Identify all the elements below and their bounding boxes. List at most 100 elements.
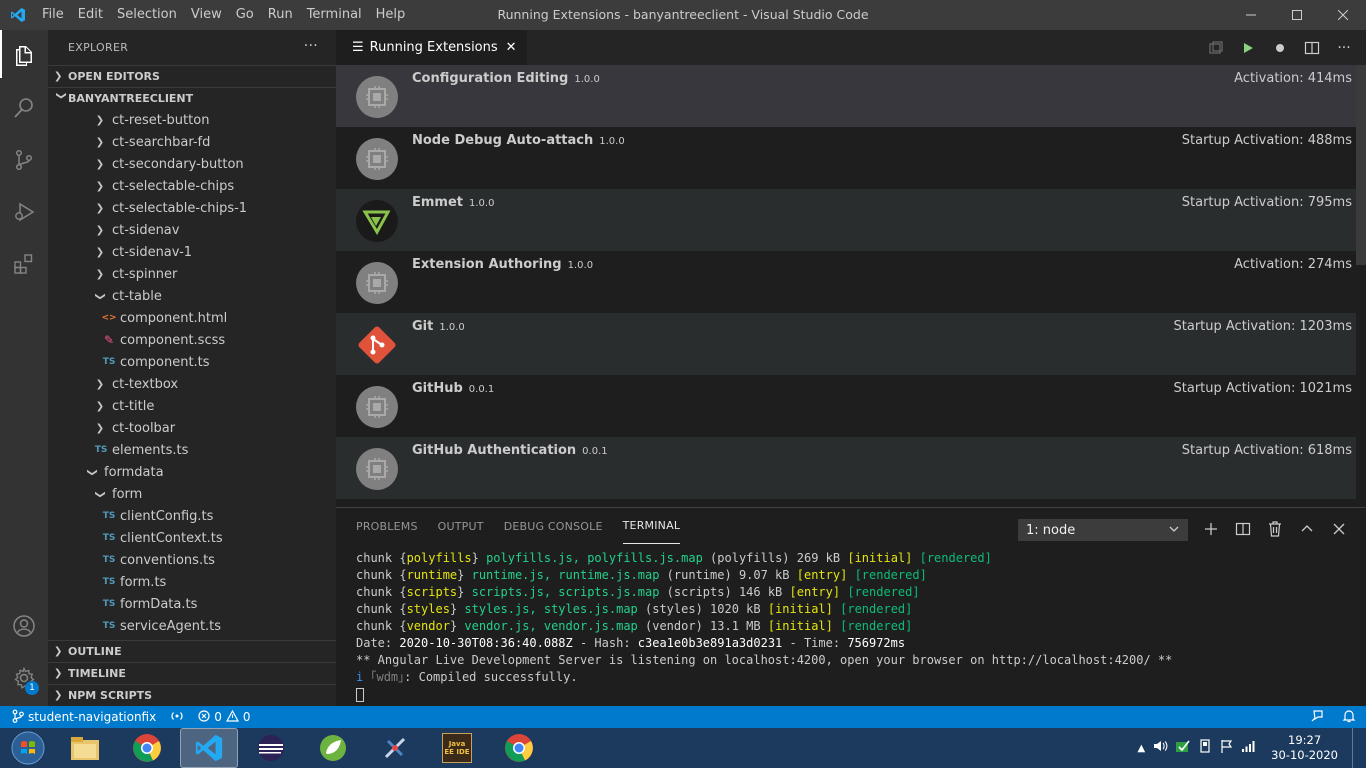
tree-file[interactable]: TS clientContext.ts <box>48 527 336 549</box>
close-window-button[interactable] <box>1320 0 1366 30</box>
profile-extensions-icon[interactable] <box>1206 40 1226 56</box>
maximize-button[interactable] <box>1274 0 1320 30</box>
tree-folder[interactable]: ❯ ct-spinner <box>48 263 336 285</box>
extensions-icon[interactable] <box>0 238 48 290</box>
tree-file[interactable]: TS form.ts <box>48 571 336 593</box>
tree-folder[interactable]: ❯ form <box>48 483 336 505</box>
manage-gear-icon[interactable]: 1 <box>0 652 48 704</box>
extension-row[interactable]: Git 1.0.0 Startup Activation: 1203ms <box>336 313 1356 375</box>
tree-folder[interactable]: ❯ ct-selectable-chips <box>48 175 336 197</box>
tree-folder[interactable]: ❯ ct-table <box>48 285 336 307</box>
tree-file[interactable]: TS serviceAgent.ts <box>48 615 336 637</box>
source-control-icon[interactable] <box>0 134 48 186</box>
taskbar-clock[interactable]: 19:27 30-10-2020 <box>1271 733 1338 763</box>
extension-row[interactable]: GitHub Authentication 0.0.1 Startup Activa… <box>336 437 1356 499</box>
more-actions-icon[interactable]: ··· <box>304 38 318 54</box>
git-branch-status[interactable]: student-navigationfix <box>12 709 156 726</box>
open-editors-section[interactable]: ❯ OPEN EDITORS <box>48 65 336 87</box>
panel-tab-output[interactable]: OUTPUT <box>438 508 484 544</box>
split-editor-icon[interactable] <box>1302 40 1322 56</box>
tree-file[interactable]: TS component.ts <box>48 351 336 373</box>
section-npm-scripts[interactable]: ❯ NPM SCRIPTS <box>48 684 336 706</box>
tree-file[interactable]: TS elements.ts <box>48 439 336 461</box>
record-icon[interactable] <box>1270 41 1290 55</box>
menu-view[interactable]: View <box>184 0 229 30</box>
project-section[interactable]: ❯ BANYANTREECLIENT <box>48 87 336 109</box>
extension-row[interactable]: Extension Authoring 1.0.0 Activation: 274m… <box>336 251 1356 313</box>
terminal-output[interactable]: chunk {polyfills} polyfills.js, polyfill… <box>356 550 1172 703</box>
menu-run[interactable]: Run <box>261 0 300 30</box>
menu-help[interactable]: Help <box>369 0 413 30</box>
taskbar-eclipse-icon[interactable] <box>242 728 300 768</box>
extension-row[interactable]: GitHub 0.0.1 Startup Activation: 1021ms <box>336 375 1356 437</box>
tree-folder[interactable]: ❯ ct-sidenav-1 <box>48 241 336 263</box>
tab-running-extensions[interactable]: ☰ Running Extensions ✕ <box>336 30 527 65</box>
search-icon[interactable] <box>0 82 48 134</box>
show-desktop-button[interactable] <box>1352 728 1366 768</box>
tree-folder[interactable]: ❯ ct-reset-button <box>48 109 336 131</box>
tree-file[interactable]: ✎ component.scss <box>48 329 336 351</box>
extension-row[interactable]: Emmet 1.0.0 Startup Activation: 795ms <box>336 189 1356 251</box>
panel-tab-debug-console[interactable]: DEBUG CONSOLE <box>504 508 603 544</box>
sync-status[interactable] <box>170 710 184 725</box>
menu-selection[interactable]: Selection <box>110 0 184 30</box>
minimize-button[interactable] <box>1228 0 1274 30</box>
taskbar-network-tool-icon[interactable] <box>366 728 424 768</box>
tree-file[interactable]: TS conventions.ts <box>48 549 336 571</box>
maximize-panel-chevron-up-icon[interactable] <box>1298 520 1316 538</box>
tree-file[interactable]: TS formData.ts <box>48 593 336 615</box>
tray-expand-icon[interactable]: ▲ <box>1137 743 1145 754</box>
taskbar-java-ee-ide-icon[interactable]: Java EE IDE <box>428 728 486 768</box>
start-button-icon[interactable] <box>0 728 56 768</box>
tree-folder[interactable]: ❯ ct-selectable-chips-1 <box>48 197 336 219</box>
tree-folder[interactable]: ❯ ct-title <box>48 395 336 417</box>
chunk-size: 13.1 MB <box>710 619 761 633</box>
tray-green-check-icon[interactable] <box>1175 738 1191 758</box>
taskbar-vscode-icon[interactable] <box>180 728 238 768</box>
run-debug-icon[interactable] <box>0 186 48 238</box>
network-icon[interactable] <box>1241 739 1257 757</box>
menu-go[interactable]: Go <box>229 0 261 30</box>
start-profiling-play-icon[interactable] <box>1238 41 1258 55</box>
extension-row[interactable]: JSON Language Features1.0.0 Activation: 1… <box>336 499 1356 506</box>
vscode-logo-icon[interactable] <box>0 0 35 30</box>
account-icon[interactable] <box>0 600 48 652</box>
split-terminal-icon[interactable] <box>1234 520 1252 538</box>
editor-scrollbar[interactable] <box>1356 65 1366 265</box>
chevron-right-icon: ❯ <box>95 378 105 390</box>
close-tab-icon[interactable]: ✕ <box>506 40 517 55</box>
panel-tab-problems[interactable]: PROBLEMS <box>356 508 418 544</box>
new-terminal-plus-icon[interactable] <box>1202 520 1220 538</box>
notifications-bell-icon[interactable] <box>1342 709 1356 726</box>
extension-row[interactable]: Configuration Editing 1.0.0 Activation: 41… <box>336 65 1356 127</box>
taskbar-spring-tool-icon[interactable] <box>304 728 362 768</box>
terminal-select[interactable]: 1: node <box>1018 519 1188 541</box>
tree-folder[interactable]: ❯ ct-secondary-button <box>48 153 336 175</box>
kill-terminal-trash-icon[interactable] <box>1266 520 1284 538</box>
tree-folder[interactable]: ❯ formdata <box>48 461 336 483</box>
taskbar-chrome-icon[interactable] <box>118 728 176 768</box>
tree-folder[interactable]: ❯ ct-searchbar-fd <box>48 131 336 153</box>
tree-folder[interactable]: ❯ ct-toolbar <box>48 417 336 439</box>
tray-device-icon[interactable] <box>1197 738 1213 758</box>
menu-terminal[interactable]: Terminal <box>300 0 369 30</box>
volume-icon[interactable] <box>1153 739 1169 757</box>
section-outline[interactable]: ❯ OUTLINE <box>48 640 336 662</box>
tree-folder[interactable]: ❯ ct-textbox <box>48 373 336 395</box>
taskbar-file-explorer-icon[interactable] <box>56 728 114 768</box>
menu-edit[interactable]: Edit <box>71 0 110 30</box>
tree-file[interactable]: TS clientConfig.ts <box>48 505 336 527</box>
panel-tab-terminal[interactable]: TERMINAL <box>622 508 681 544</box>
action-center-flag-icon[interactable] <box>1219 738 1235 758</box>
feedback-icon[interactable] <box>1310 709 1324 726</box>
close-panel-icon[interactable] <box>1330 520 1348 538</box>
extension-row[interactable]: Node Debug Auto-attach 1.0.0 Startup Activ… <box>336 127 1356 189</box>
taskbar-chrome-2-icon[interactable] <box>490 728 548 768</box>
menu-file[interactable]: File <box>35 0 71 30</box>
section-timeline[interactable]: ❯ TIMELINE <box>48 662 336 684</box>
more-editor-actions-icon[interactable]: ··· <box>1334 40 1354 56</box>
problems-status[interactable]: 0 0 <box>198 709 251 725</box>
explorer-icon[interactable] <box>0 30 48 82</box>
tree-folder[interactable]: ❯ ct-sidenav <box>48 219 336 241</box>
tree-file[interactable]: <> component.html <box>48 307 336 329</box>
